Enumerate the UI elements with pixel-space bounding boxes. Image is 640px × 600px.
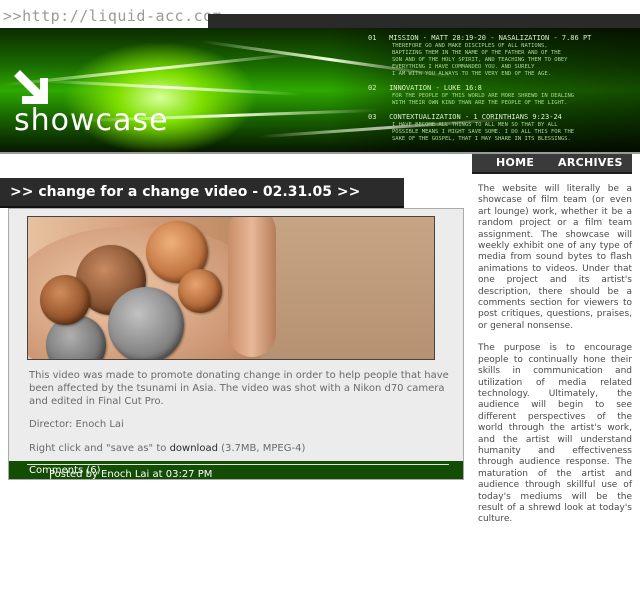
post-meta: Posted by Enoch Lai at 03:27 PM | Commen… bbox=[29, 465, 212, 480]
verse-list: 01 MISSION - MATT 28:19-20 - NASALIZATIO… bbox=[368, 34, 636, 149]
header-dark-bar bbox=[208, 14, 640, 28]
post-card: This video was made to promote donating … bbox=[8, 208, 464, 480]
verse-item: 03 CONTEXTUALIZATION - 1 CORINTHIANS 9:2… bbox=[368, 113, 636, 143]
sidebar-paragraph: The website will literally be a showcase… bbox=[478, 184, 632, 331]
coin bbox=[108, 287, 184, 359]
post-director: Director: Enoch Lai bbox=[29, 419, 124, 430]
showcase-logo[interactable]: showcase bbox=[14, 104, 169, 138]
verse-item: 01 MISSION - MATT 28:19-20 - NASALIZATIO… bbox=[368, 34, 636, 78]
verse-heading: 01 MISSION - MATT 28:19-20 - NASALIZATIO… bbox=[368, 34, 592, 42]
nav-archives-link[interactable]: ARCHIVES bbox=[558, 156, 623, 169]
download-prefix: Right click and "save as" to bbox=[29, 443, 167, 454]
post-title: >> change for a change video - 02.31.05 … bbox=[10, 184, 361, 200]
sidebar-paragraph: The purpose is to encourage people to co… bbox=[478, 343, 632, 525]
verse-heading: 02 INNOVATION - LUKE 16:8 bbox=[368, 84, 482, 92]
light-streak bbox=[40, 79, 300, 96]
photo-thumb bbox=[228, 217, 276, 357]
coins-in-hand-photo bbox=[27, 216, 435, 360]
posted-by: Posted by Enoch Lai at 03:27 PM bbox=[49, 469, 213, 480]
verse-text: FOR THE PEOPLE OF THIS WORLD ARE MORE SH… bbox=[392, 93, 575, 106]
main-nav: HOME ARCHIVES bbox=[472, 154, 632, 174]
verse-heading: 03 CONTEXTUALIZATION - 1 CORINTHIANS 9:2… bbox=[368, 113, 562, 121]
post-download-line: Right click and "save as" to download (3… bbox=[29, 442, 455, 455]
post-title-bar: >> change for a change video - 02.31.05 … bbox=[0, 178, 404, 208]
site-url[interactable]: >>http://liquid-acc.com bbox=[3, 8, 222, 24]
verse-text: I HAVE BECOME ALL THINGS TO ALL MEN SO T… bbox=[392, 122, 575, 142]
coin bbox=[178, 269, 222, 313]
coin bbox=[40, 275, 90, 325]
download-size: (3.7MB, MPEG-4) bbox=[221, 443, 306, 454]
url-text: http://liquid-acc.com bbox=[22, 7, 223, 25]
photo-background bbox=[260, 217, 434, 359]
url-prefix: >> bbox=[3, 7, 23, 25]
sidebar-description: The website will literally be a showcase… bbox=[478, 184, 632, 537]
post-footer: Posted by Enoch Lai at 03:27 PM | Commen… bbox=[9, 461, 463, 480]
download-link[interactable]: download bbox=[170, 443, 218, 454]
nav-home-link[interactable]: HOME bbox=[496, 156, 534, 169]
meta-separator: | bbox=[49, 469, 53, 480]
verse-text: THEREFORE GO AND MAKE DISCIPLES OF ALL N… bbox=[392, 43, 568, 77]
showcase-banner: showcase 01 MISSION - MATT 28:19-20 - NA… bbox=[0, 28, 640, 152]
url-bar: >>http://liquid-acc.com bbox=[0, 0, 640, 28]
verse-item: 02 INNOVATION - LUKE 16:8 FOR THE PEOPLE… bbox=[368, 84, 636, 107]
post-description: This video was made to promote donating … bbox=[29, 370, 449, 407]
